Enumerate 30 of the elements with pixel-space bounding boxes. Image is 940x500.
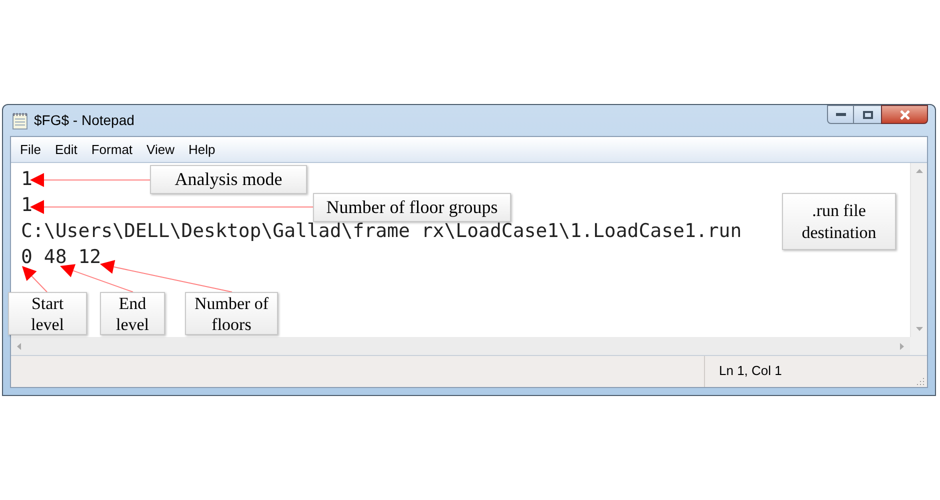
arrow xyxy=(22,266,48,292)
scroll-left-icon[interactable] xyxy=(17,342,21,350)
minimize-button[interactable] xyxy=(827,105,854,124)
menu-item[interactable]: Format xyxy=(84,140,140,160)
callout-label: Start level xyxy=(8,292,87,335)
notepad-icon xyxy=(12,112,28,130)
callout-label: End level xyxy=(100,292,165,335)
scroll-down-icon[interactable] xyxy=(916,327,922,331)
callout-label: .run file destination xyxy=(782,193,896,250)
scroll-right-icon[interactable] xyxy=(900,342,904,350)
cursor-position: Ln 1, Col 1 xyxy=(719,362,782,380)
menu-item[interactable]: View xyxy=(140,140,182,160)
scroll-up-icon[interactable] xyxy=(916,169,922,173)
text-line: 0 48 12 xyxy=(21,245,102,270)
menu-item[interactable]: File xyxy=(13,140,48,160)
callout-label: Number of floors xyxy=(185,292,278,335)
menu-item[interactable]: Help xyxy=(181,140,222,160)
maximize-button[interactable] xyxy=(854,105,881,124)
callout-label: Analysis mode xyxy=(150,165,307,194)
close-button[interactable] xyxy=(881,105,928,124)
resize-grip-icon xyxy=(917,377,925,385)
window-title: $FG$ - Notepad xyxy=(34,111,134,130)
text-line: 1 xyxy=(21,193,32,218)
text-line: C:\Users\DELL\Desktop\Gallad\frame rx\LoadCase1\1.LoadCase1.run xyxy=(21,219,742,244)
text-line: 1 xyxy=(21,167,32,192)
menu-item[interactable]: Edit xyxy=(48,140,84,160)
vertical-scrollbar[interactable] xyxy=(910,163,927,337)
close-icon xyxy=(898,110,910,120)
callout-label: Number of floor groups xyxy=(313,193,511,222)
horizontal-scrollbar[interactable] xyxy=(11,337,910,355)
